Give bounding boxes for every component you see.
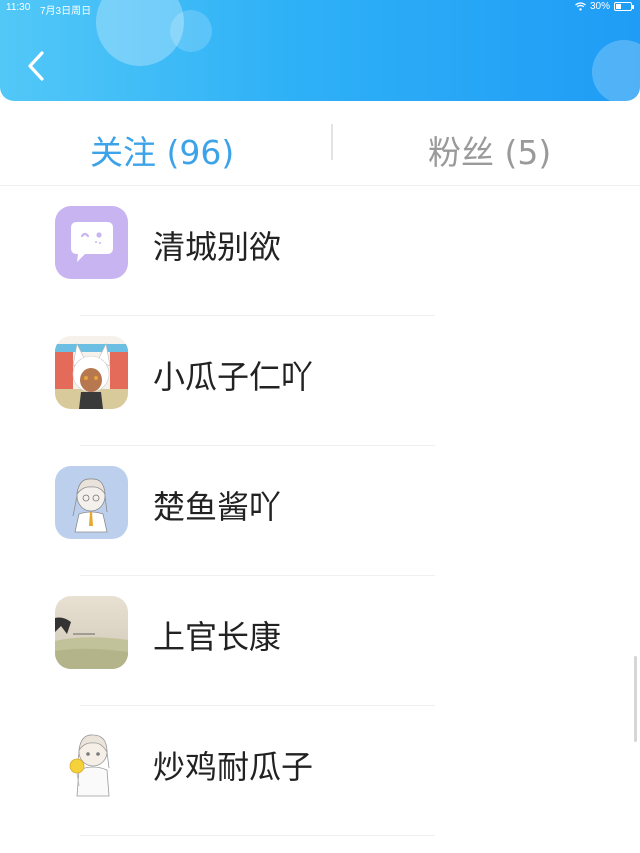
battery-icon bbox=[614, 2, 634, 11]
back-button[interactable] bbox=[22, 48, 50, 84]
contact-name: 清城别欲 bbox=[153, 228, 282, 266]
chat-bubble-avatar bbox=[55, 206, 128, 279]
scrollbar[interactable] bbox=[634, 656, 637, 742]
status-time: 11:30 bbox=[6, 2, 31, 13]
wifi-icon bbox=[575, 2, 586, 11]
tab-divider bbox=[331, 124, 333, 160]
anime-sketch-avatar bbox=[55, 466, 128, 539]
list-item[interactable]: 清城别欲 bbox=[0, 186, 640, 316]
list-item[interactable]: 楚鱼酱吖 bbox=[0, 446, 640, 576]
contact-list: 清城别欲 小瓜子仁吖 楚鱼酱吖 上官长康 炒鸡耐瓜子 bbox=[0, 186, 640, 836]
status-bar: 11:30 7月3日周日 30% bbox=[0, 0, 640, 18]
list-item[interactable]: 炒鸡耐瓜子 bbox=[0, 706, 640, 836]
tab-bar: 关注 (96) 粉丝 (5) bbox=[0, 104, 640, 186]
anime-lollipop-avatar bbox=[55, 726, 128, 799]
tab-followers[interactable]: 粉丝 (5) bbox=[428, 126, 551, 174]
status-right: 30% bbox=[575, 1, 634, 12]
contact-name: 小瓜子仁吖 bbox=[153, 358, 314, 396]
contact-name: 炒鸡耐瓜子 bbox=[153, 748, 314, 786]
chevron-left-icon bbox=[28, 51, 44, 81]
tab-following[interactable]: 关注 (96) bbox=[90, 126, 234, 174]
list-item[interactable]: 小瓜子仁吖 bbox=[0, 316, 640, 446]
contact-name: 上官长康 bbox=[153, 618, 282, 656]
decor-bubble bbox=[592, 40, 640, 101]
landscape-avatar bbox=[55, 596, 128, 669]
status-date: 7月3日周日 bbox=[40, 6, 92, 17]
top-header: 11:30 7月3日周日 30% bbox=[0, 0, 640, 101]
contact-name: 楚鱼酱吖 bbox=[153, 488, 282, 526]
battery-percent: 30% bbox=[589, 1, 610, 12]
list-item[interactable]: 上官长康 bbox=[0, 576, 640, 706]
anime-catgirl-avatar bbox=[55, 336, 128, 409]
